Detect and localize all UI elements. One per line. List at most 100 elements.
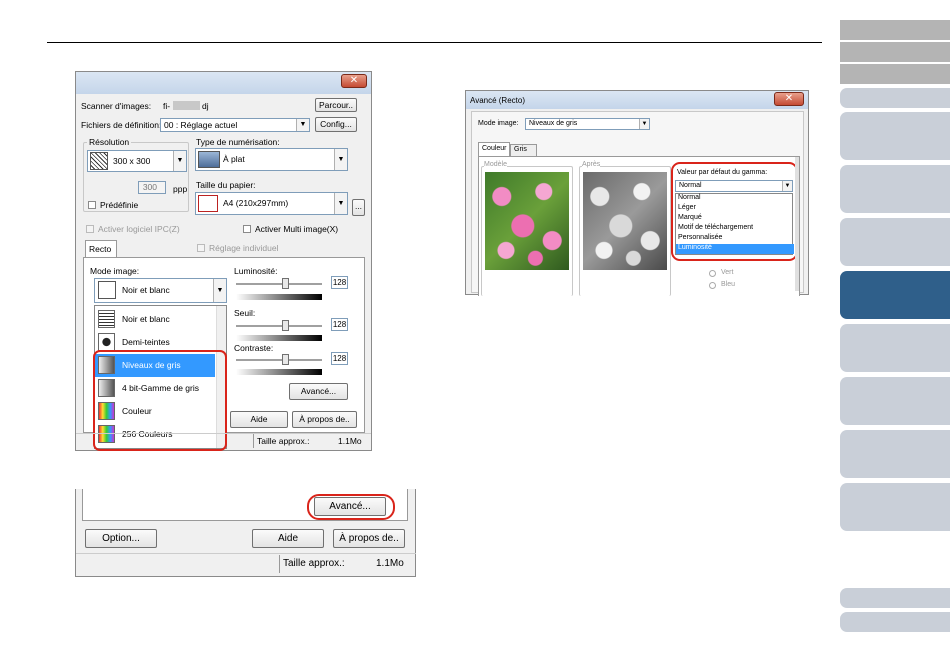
adv-scrollbar[interactable] xyxy=(795,157,799,291)
brightness-track[interactable] xyxy=(236,283,322,285)
contrast-thumb[interactable] xyxy=(282,354,289,365)
multi-image-checkbox[interactable] xyxy=(243,225,251,233)
nav-tab-11[interactable] xyxy=(840,430,950,478)
nav-tab-4[interactable] xyxy=(840,88,950,108)
config-button[interactable]: Config... xyxy=(315,117,357,132)
about-button-zoom[interactable]: À propos de.. xyxy=(333,529,405,548)
tab-recto[interactable]: Recto xyxy=(85,240,117,257)
resolution-group-label: Résolution xyxy=(87,137,132,147)
size-value: 1.1Mo xyxy=(338,436,362,446)
resolution-grid-icon xyxy=(90,152,108,170)
tab-couleur-label: Couleur xyxy=(482,145,507,152)
status-bar xyxy=(76,433,371,450)
close-button[interactable]: ✕ xyxy=(774,92,804,106)
before-preview-image xyxy=(485,172,569,270)
multi-image-label: Activer Multi image(X) xyxy=(255,224,339,234)
tab-gris-label: Gris xyxy=(514,146,527,153)
zoom-size-label: Taille approx.: xyxy=(283,558,345,569)
brightness-label: Luminosité: xyxy=(234,266,278,276)
after-preview-image xyxy=(583,172,667,270)
scanner-dialog: ✕ Scanner d'images: fi- dj Parcour.. Fic… xyxy=(75,71,372,451)
chevron-down-icon: ▼ xyxy=(296,119,309,131)
before-label: Modèle xyxy=(484,161,507,168)
zoom-status-divider xyxy=(279,555,280,573)
about-button[interactable]: À propos de.. xyxy=(292,411,357,428)
advanced-button[interactable]: Avancé... xyxy=(289,383,348,400)
scan-type-select[interactable]: À plat ▼ xyxy=(195,148,348,171)
flatbed-scanner-icon xyxy=(198,151,220,168)
nav-tab-6[interactable] xyxy=(840,165,950,213)
browse-button[interactable]: Parcour.. xyxy=(315,98,357,112)
nav-tab-3[interactable] xyxy=(840,64,950,84)
paper-size-label: Taille du papier: xyxy=(196,180,256,190)
help-button[interactable]: Aide xyxy=(230,411,288,428)
nav-tab-7[interactable] xyxy=(840,218,950,266)
advanced-button-highlight xyxy=(307,494,395,520)
resolution-spin-value: 300 xyxy=(142,182,157,192)
close-button[interactable]: ✕ xyxy=(341,74,367,88)
threshold-gradient xyxy=(236,335,322,341)
radio-green[interactable] xyxy=(709,270,716,277)
predefined-checkbox[interactable] xyxy=(88,201,96,209)
paper-size-more-button[interactable]: ... xyxy=(352,199,365,216)
adv-mode-label: Mode image: xyxy=(478,120,519,127)
people-icon xyxy=(98,333,115,351)
after-label: Après xyxy=(582,161,601,168)
tab-recto-label: Recto xyxy=(89,244,112,254)
chevron-down-icon: ▼ xyxy=(334,193,347,214)
threshold-label: Seuil: xyxy=(234,308,256,318)
nav-tab-13[interactable] xyxy=(840,588,950,608)
brightness-value[interactable]: 128 xyxy=(331,276,348,289)
definition-value: 00 : Réglage actuel xyxy=(164,120,238,130)
nav-tab-8-active[interactable] xyxy=(840,271,950,319)
nav-tab-1[interactable] xyxy=(840,20,950,40)
contrast-value[interactable]: 128 xyxy=(331,352,348,365)
ppp-label: ppp xyxy=(173,184,188,194)
paper-size-select[interactable]: A4 (210x297mm) ▼ xyxy=(195,192,348,215)
nav-tab-2[interactable] xyxy=(840,42,950,62)
ipc-checkbox[interactable] xyxy=(86,225,94,233)
threshold-track[interactable] xyxy=(236,325,322,327)
resolution-select[interactable]: 300 x 300 ▼ xyxy=(87,150,187,172)
scanner-value: fi- xyxy=(163,101,171,111)
scan-type-label: Type de numérisation: xyxy=(196,137,280,147)
nav-tab-12[interactable] xyxy=(840,483,950,531)
radio-blue[interactable] xyxy=(709,282,716,289)
help-button-zoom[interactable]: Aide xyxy=(252,529,324,548)
threshold-value[interactable]: 128 xyxy=(331,318,348,331)
chevron-down-icon: ▼ xyxy=(173,151,186,171)
contrast-gradient xyxy=(236,369,322,375)
individual-checkbox[interactable] xyxy=(197,244,205,252)
size-label: Taille approx.: xyxy=(257,436,310,446)
tab-couleur[interactable]: Couleur xyxy=(478,142,510,156)
resolution-spin[interactable]: 300 xyxy=(138,181,166,194)
threshold-thumb[interactable] xyxy=(282,320,289,331)
tab-gris[interactable]: Gris xyxy=(510,144,537,156)
nav-tab-9[interactable] xyxy=(840,324,950,372)
adv-mode-select[interactable]: Niveaux de gris ▼ xyxy=(525,118,650,130)
contrast-label: Contraste: xyxy=(234,343,274,353)
brightness-gradient xyxy=(236,294,322,300)
radio-blue-label: Bleu xyxy=(721,281,736,288)
paper-size-value: A4 (210x297mm) xyxy=(223,198,289,208)
definition-select[interactable]: 00 : Réglage actuel ▼ xyxy=(160,118,310,132)
mode-option-bw[interactable]: Noir et blanc xyxy=(95,308,215,331)
definition-label: Fichiers de définition: xyxy=(81,120,162,130)
contrast-track[interactable] xyxy=(236,359,322,361)
option-button[interactable]: Option... xyxy=(85,529,157,548)
gamma-highlight xyxy=(671,162,798,261)
zoom-status-bar xyxy=(76,553,416,575)
brightness-thumb[interactable] xyxy=(282,278,289,289)
scanner-dialog-titlebar xyxy=(76,72,371,94)
nav-tab-14[interactable] xyxy=(840,612,950,632)
mode-option-label: Noir et blanc xyxy=(122,314,170,324)
radio-green-label: Vert xyxy=(721,269,734,276)
mode-image-label: Mode image: xyxy=(90,266,140,276)
nav-tab-5[interactable] xyxy=(840,112,950,160)
adv-mode-value: Niveaux de gris xyxy=(529,120,578,127)
mode-image-select[interactable]: Noir et blanc ▼ xyxy=(94,278,227,303)
scan-type-value: À plat xyxy=(223,154,245,164)
text-doc-icon xyxy=(98,310,115,328)
chevron-down-icon: ▼ xyxy=(639,119,649,129)
nav-tab-10[interactable] xyxy=(840,377,950,425)
